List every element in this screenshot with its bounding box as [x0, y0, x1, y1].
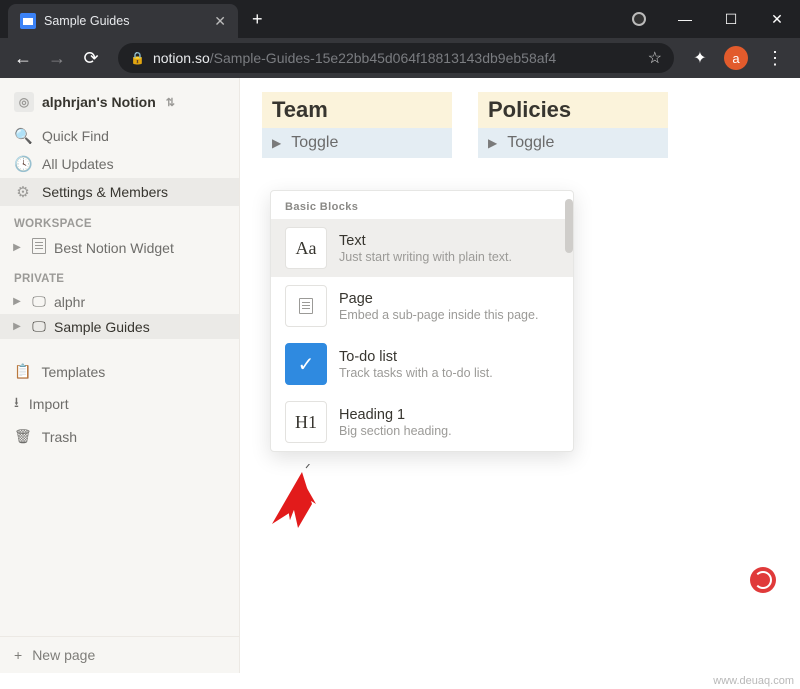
- slash-item-desc: Track tasks with a to-do list.: [339, 366, 493, 380]
- workspace-icon: ◎: [14, 92, 34, 112]
- url-text: notion.so/Sample-Guides-15e22bb45d064f18…: [153, 50, 556, 66]
- screen-icon: 🖵: [30, 293, 48, 310]
- page-block-icon: [285, 285, 327, 327]
- column-layout: Team ▶ Toggle Policies ▶ Toggle: [240, 78, 800, 158]
- chevron-updown-icon: ⇅: [166, 96, 175, 109]
- slash-item-desc: Embed a sub-page inside this page.: [339, 308, 538, 322]
- templates-button[interactable]: 📋 Templates: [0, 357, 239, 386]
- address-bar[interactable]: 🔒 notion.so/Sample-Guides-15e22bb45d064f…: [118, 43, 674, 73]
- close-window-button[interactable]: ✕: [754, 0, 800, 38]
- new-page-button[interactable]: + New page: [0, 636, 239, 673]
- trash-icon: 🗑: [14, 428, 32, 445]
- toggle-caret-icon[interactable]: ▶: [488, 136, 497, 150]
- toggle-caret-icon[interactable]: ▶: [272, 136, 281, 150]
- slash-item-title: Text: [339, 233, 512, 249]
- slash-item-heading1[interactable]: H1 Heading 1 Big section heading.: [271, 393, 573, 451]
- workspace-switcher[interactable]: ◎ alphrjan's Notion ⇅: [0, 78, 239, 122]
- new-page-label: New page: [32, 647, 95, 663]
- slash-item-title: To-do list: [339, 349, 493, 365]
- templates-label: Templates: [41, 364, 105, 380]
- slash-item-todo[interactable]: ✓ To-do list Track tasks with a to-do li…: [271, 335, 573, 393]
- column-team: Team ▶ Toggle: [262, 92, 452, 158]
- sidebar-page-sample-guides[interactable]: ▶ 🖵 Sample Guides: [0, 314, 239, 339]
- search-icon: 🔍: [14, 127, 32, 145]
- toggle-block[interactable]: ▶ Toggle: [262, 128, 452, 158]
- all-updates-button[interactable]: 🕓 All Updates: [0, 150, 239, 178]
- download-icon: ⭳: [14, 392, 19, 416]
- watermark-text: www.deuaq.com: [713, 675, 794, 687]
- window-controls: ― ☐ ✕: [662, 0, 800, 38]
- toggle-label: Toggle: [291, 134, 338, 152]
- all-updates-label: All Updates: [42, 156, 114, 172]
- templates-icon: 📋: [14, 363, 31, 380]
- help-badge[interactable]: [750, 567, 776, 593]
- close-icon[interactable]: ✕: [214, 13, 226, 30]
- sidebar-page-label: alphr: [54, 294, 85, 310]
- app-content: ◎ alphrjan's Notion ⇅ 🔍 Quick Find 🕓 All…: [0, 78, 800, 673]
- todo-block-icon: ✓: [285, 343, 327, 385]
- toggle-label: Toggle: [507, 134, 554, 152]
- import-label: Import: [29, 396, 69, 412]
- slash-item-title: Page: [339, 291, 538, 307]
- extensions-button[interactable]: ✦: [686, 48, 714, 68]
- slash-item-text[interactable]: Aa Text Just start writing with plain te…: [271, 219, 573, 277]
- sidebar: ◎ alphrjan's Notion ⇅ 🔍 Quick Find 🕓 All…: [0, 78, 240, 673]
- text-block-icon: Aa: [285, 227, 327, 269]
- settings-members-button[interactable]: ⚙ Settings & Members: [0, 178, 239, 206]
- browser-toolbar: ← → ⟳ 🔒 notion.so/Sample-Guides-15e22bb4…: [0, 38, 800, 78]
- tab-title: Sample Guides: [44, 14, 206, 28]
- page-main: Team ▶ Toggle Policies ▶ Toggle Basic Bl…: [240, 78, 800, 673]
- slash-item-page[interactable]: Page Embed a sub-page inside this page.: [271, 277, 573, 335]
- clock-icon: 🕓: [14, 155, 32, 173]
- sidebar-page-label: Best Notion Widget: [54, 240, 174, 256]
- maximize-button[interactable]: ☐: [708, 0, 754, 38]
- slash-menu-section-label: Basic Blocks: [271, 191, 573, 219]
- import-button[interactable]: ⭳ Import: [0, 386, 239, 422]
- caret-icon[interactable]: ▶: [10, 321, 24, 332]
- annotation-arrow-icon: [264, 464, 334, 534]
- screen-icon: 🖵: [30, 318, 48, 335]
- workspace-section-label: Workspace: [0, 206, 239, 234]
- slash-item-title: Heading 1: [339, 407, 452, 423]
- recording-indicator[interactable]: [616, 0, 662, 38]
- column-policies: Policies ▶ Toggle: [478, 92, 668, 158]
- column-heading[interactable]: Policies: [478, 92, 668, 128]
- minimize-button[interactable]: ―: [662, 0, 708, 38]
- settings-label: Settings & Members: [42, 184, 168, 200]
- caret-icon[interactable]: ▶: [10, 242, 24, 253]
- reload-button[interactable]: ⟳: [76, 43, 106, 73]
- column-heading[interactable]: Team: [262, 92, 452, 128]
- window-titlebar: Sample Guides ✕ + ― ☐ ✕: [0, 0, 800, 38]
- browser-tab[interactable]: Sample Guides ✕: [8, 4, 238, 38]
- quick-find-button[interactable]: 🔍 Quick Find: [0, 122, 239, 150]
- toggle-block[interactable]: ▶ Toggle: [478, 128, 668, 158]
- tab-favicon-icon: [20, 13, 36, 29]
- browser-menu-button[interactable]: ⋮: [758, 48, 792, 69]
- sidebar-page-best-notion-widget[interactable]: ▶ Best Notion Widget: [0, 234, 239, 261]
- gear-icon: ⚙: [14, 183, 32, 201]
- heading1-block-icon: H1: [285, 401, 327, 443]
- sidebar-page-label: Sample Guides: [54, 319, 150, 335]
- slash-command-menu[interactable]: Basic Blocks Aa Text Just start writing …: [270, 190, 574, 452]
- new-tab-button[interactable]: +: [238, 9, 277, 30]
- trash-button[interactable]: 🗑 Trash: [0, 422, 239, 451]
- record-icon: [632, 12, 646, 26]
- scrollbar-thumb[interactable]: [565, 199, 573, 253]
- back-button[interactable]: ←: [8, 43, 38, 73]
- quick-find-label: Quick Find: [42, 128, 109, 144]
- page-icon: [30, 238, 48, 257]
- profile-avatar[interactable]: a: [724, 46, 748, 70]
- trash-label: Trash: [42, 429, 77, 445]
- lock-icon: 🔒: [130, 51, 145, 65]
- workspace-name: alphrjan's Notion: [42, 94, 156, 110]
- slash-item-desc: Big section heading.: [339, 424, 452, 438]
- sidebar-page-alphr[interactable]: ▶ 🖵 alphr: [0, 289, 239, 314]
- forward-button[interactable]: →: [42, 43, 72, 73]
- slash-item-desc: Just start writing with plain text.: [339, 250, 512, 264]
- tab-strip: Sample Guides ✕ +: [0, 0, 616, 38]
- bookmark-icon[interactable]: ☆: [648, 48, 662, 68]
- private-section-label: Private: [0, 261, 239, 289]
- caret-icon[interactable]: ▶: [10, 296, 24, 307]
- plus-icon: +: [14, 647, 22, 663]
